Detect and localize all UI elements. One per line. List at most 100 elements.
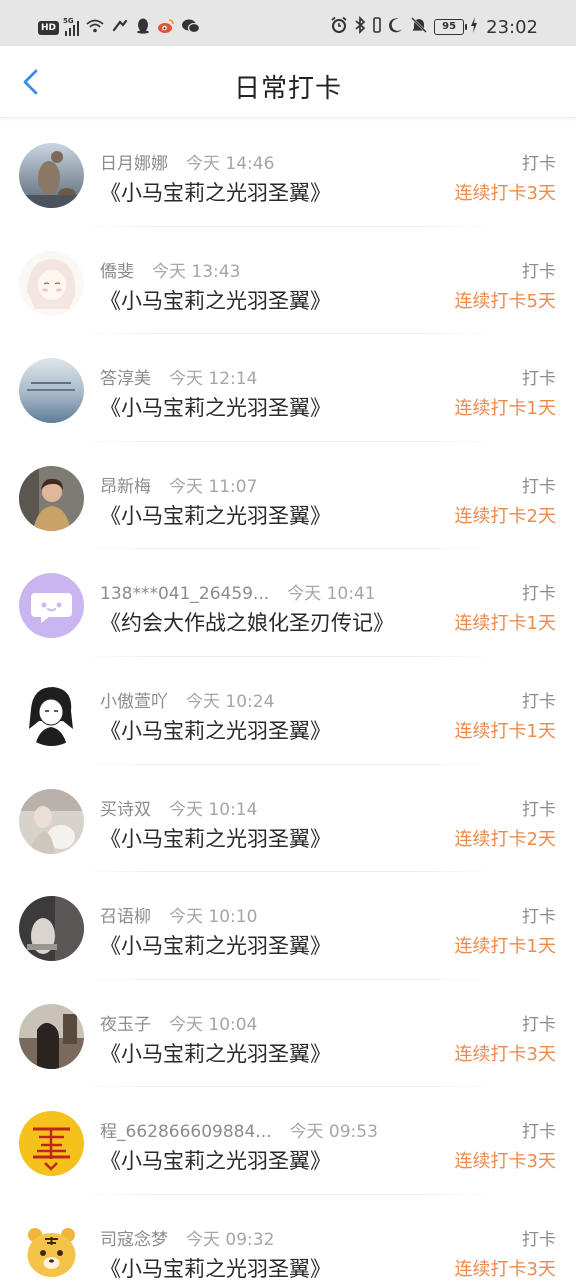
list-item[interactable]: 程_662866609884... 今天 09:53 《小马宝莉之光羽圣翼》 打卡… [0, 1087, 576, 1195]
user-name[interactable]: 昂新梅 [100, 477, 151, 497]
avatar[interactable] [19, 1111, 84, 1177]
checkin-label[interactable]: 打卡 [522, 687, 556, 712]
book-title[interactable]: 《小马宝莉之光羽圣翼》 [100, 177, 331, 207]
link-icon [111, 18, 129, 39]
user-name[interactable]: 日月娜娜 [100, 154, 168, 174]
user-name[interactable]: 夜玉子 [100, 1015, 151, 1035]
user-name[interactable]: 答淳美 [100, 369, 151, 389]
status-bar: HD 5G 95 23:02 [0, 0, 576, 46]
user-name[interactable]: 程_662866609884... [100, 1122, 272, 1142]
checkin-label[interactable]: 打卡 [522, 1010, 556, 1035]
checkin-time: 今天 10:24 [186, 691, 275, 712]
avatar[interactable] [19, 896, 84, 962]
user-name[interactable]: 召语柳 [100, 907, 151, 927]
hd-icon: HD [38, 21, 60, 35]
item-meta: 夜玉子 今天 10:04 [100, 1010, 257, 1035]
streak-label: 连续打卡3天 [454, 183, 556, 204]
checkin-time: 今天 11:07 [169, 476, 258, 497]
avatar[interactable] [19, 788, 84, 854]
list-item[interactable]: 138***041_26459... 今天 10:41 《约会大作战之娘化圣刃传记… [0, 549, 576, 657]
checkin-label[interactable]: 打卡 [522, 795, 556, 820]
avatar[interactable] [19, 680, 84, 746]
bluetooth-icon [354, 15, 366, 38]
checkin-time: 今天 09:32 [186, 1229, 275, 1250]
checkin-label[interactable]: 打卡 [522, 472, 556, 497]
avatar[interactable] [19, 573, 84, 639]
checkin-label[interactable]: 打卡 [522, 902, 556, 927]
streak-label: 连续打卡2天 [454, 505, 556, 527]
avatar[interactable] [19, 1003, 84, 1069]
user-name[interactable]: 138***041_26459... [100, 584, 269, 604]
item-meta: 僑斐 今天 13:43 [100, 257, 240, 282]
list-item[interactable]: 司寇念梦 今天 09:32 《小马宝莉之光羽圣翼》 打卡 连续打卡3天 [0, 1195, 576, 1280]
checkin-label[interactable]: 打卡 [522, 579, 556, 604]
list-item[interactable]: 夜玉子 今天 10:04 《小马宝莉之光羽圣翼》 打卡 连续打卡3天 [0, 980, 576, 1088]
checkin-time: 今天 10:14 [169, 799, 258, 820]
avatar[interactable] [19, 250, 84, 316]
checkin-time: 今天 09:53 [289, 1122, 378, 1143]
checkin-time: 今天 10:10 [169, 907, 258, 928]
item-meta: 小傲萱吖 今天 10:24 [100, 687, 274, 712]
book-title[interactable]: 《小马宝莉之光羽圣翼》 [100, 500, 331, 530]
book-title[interactable]: 《小马宝莉之光羽圣翼》 [100, 392, 331, 422]
list-item[interactable]: 日月娜娜 今天 14:46 《小马宝莉之光羽圣翼》 打卡 连续打卡3天 [0, 119, 576, 227]
checkin-label[interactable]: 打卡 [522, 1117, 556, 1142]
list-item[interactable]: 答淳美 今天 12:14 《小马宝莉之光羽圣翼》 打卡 连续打卡1天 [0, 334, 576, 442]
wifi-icon [85, 18, 105, 39]
book-title[interactable]: 《小马宝莉之光羽圣翼》 [100, 823, 331, 853]
vibrate-icon [372, 16, 382, 38]
qq-icon [135, 17, 151, 39]
checkin-time: 今天 14:46 [186, 154, 275, 174]
checkin-time: 今天 13:43 [152, 261, 241, 282]
avatar[interactable] [19, 143, 84, 208]
book-title[interactable]: 《小马宝莉之光羽圣翼》 [100, 715, 331, 745]
book-title[interactable]: 《小马宝莉之光羽圣翼》 [100, 930, 331, 960]
checkin-label[interactable]: 打卡 [522, 149, 556, 174]
streak-label: 连续打卡1天 [454, 936, 556, 958]
page-title: 日常打卡 [233, 74, 342, 104]
user-name[interactable]: 僑斐 [100, 262, 134, 282]
list-item[interactable]: 僑斐 今天 13:43 《小马宝莉之光羽圣翼》 打卡 连续打卡5天 [0, 227, 576, 335]
checkin-label[interactable]: 打卡 [522, 1225, 556, 1250]
alarm-icon [330, 16, 348, 38]
list-item[interactable]: 昂新梅 今天 11:07 《小马宝莉之光羽圣翼》 打卡 连续打卡2天 [0, 442, 576, 550]
book-title[interactable]: 《小马宝莉之光羽圣翼》 [100, 285, 331, 315]
status-left: HD 5G [38, 17, 201, 39]
wechat-icon [181, 18, 201, 39]
list-item[interactable]: 买诗双 今天 10:14 《小马宝莉之光羽圣翼》 打卡 连续打卡2天 [0, 765, 576, 873]
weibo-icon [157, 18, 175, 39]
mute-bell-icon [410, 16, 428, 38]
avatar[interactable] [19, 465, 84, 531]
book-title[interactable]: 《小马宝莉之光羽圣翼》 [100, 1145, 331, 1175]
cellular-signal-icon: 5G [63, 17, 80, 36]
checkin-time: 今天 10:04 [169, 1014, 258, 1035]
avatar[interactable] [19, 358, 84, 424]
streak-label: 连续打卡3天 [454, 1151, 556, 1173]
avatar[interactable] [19, 1218, 84, 1280]
checkin-label[interactable]: 打卡 [522, 364, 556, 389]
moon-icon [388, 17, 404, 37]
item-meta: 138***041_26459... 今天 10:41 [100, 579, 376, 604]
book-title[interactable]: 《约会大作战之娘化圣刃传记》 [100, 607, 394, 637]
checkin-list: 日月娜娜 今天 14:46 《小马宝莉之光羽圣翼》 打卡 连续打卡3天 僑斐 今天 … [0, 119, 576, 1280]
item-meta: 召语柳 今天 10:10 [100, 902, 257, 927]
list-item[interactable]: 小傲萱吖 今天 10:24 《小马宝莉之光羽圣翼》 打卡 连续打卡1天 [0, 657, 576, 765]
user-name[interactable]: 小傲萱吖 [100, 692, 168, 712]
checkin-time: 今天 10:41 [287, 584, 376, 605]
item-meta: 日月娜娜 今天 14:46 [100, 149, 274, 174]
item-meta: 程_662866609884... 今天 09:53 [100, 1117, 378, 1142]
streak-label: 连续打卡1天 [454, 398, 556, 420]
battery-icon: 95 [434, 19, 468, 35]
book-title[interactable]: 《小马宝莉之光羽圣翼》 [100, 1253, 331, 1280]
item-meta: 买诗双 今天 10:14 [100, 795, 257, 820]
streak-label: 连续打卡5天 [454, 290, 556, 312]
book-title[interactable]: 《小马宝莉之光羽圣翼》 [100, 1038, 331, 1068]
checkin-label[interactable]: 打卡 [522, 257, 556, 282]
status-time: 23:02 [486, 16, 538, 38]
user-name[interactable]: 买诗双 [100, 800, 151, 820]
user-name[interactable]: 司寇念梦 [100, 1230, 168, 1250]
list-item[interactable]: 召语柳 今天 10:10 《小马宝莉之光羽圣翼》 打卡 连续打卡1天 [0, 872, 576, 980]
streak-label: 连续打卡2天 [454, 828, 556, 850]
app-header: 日常打卡 [0, 46, 576, 118]
checkin-time: 今天 12:14 [169, 369, 258, 390]
